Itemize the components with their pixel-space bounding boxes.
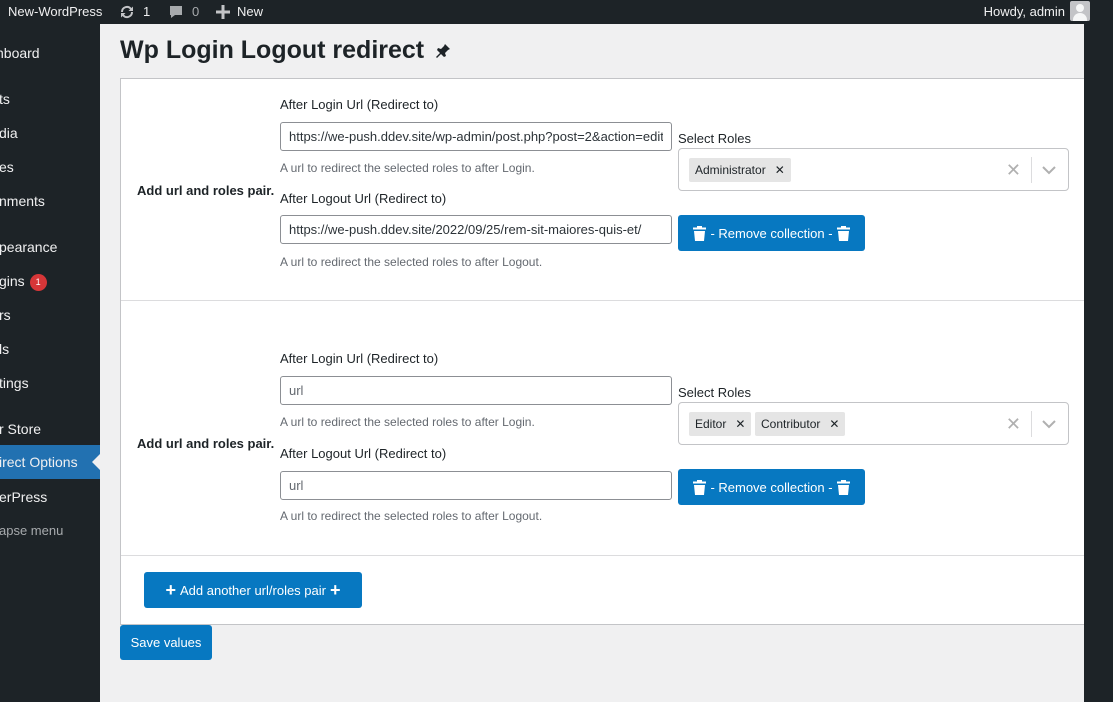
admin-plugins-icon — [434, 42, 452, 60]
avatar[interactable] — [1070, 1, 1090, 21]
sidebar-item-store[interactable]: r Store — [0, 412, 100, 446]
chevron-down-icon[interactable] — [1042, 417, 1056, 432]
updates-count: 1 — [143, 4, 151, 19]
select-roles-label: Select Roles — [678, 385, 751, 400]
page-title: Wp Login Logout redirect — [120, 36, 452, 65]
plus-icon — [216, 5, 230, 19]
logout-url-label: After Logout Url (Redirect to) — [280, 446, 447, 461]
pair-label: Add url and roles pair. — [137, 436, 275, 451]
sidebar-item-label: apse menu — [0, 523, 64, 538]
clear-roles-icon[interactable]: ✕ — [1006, 159, 1021, 181]
sidebar-item-media[interactable]: dia — [0, 116, 100, 150]
sidebar-item-wpress[interactable]: erPress — [0, 480, 100, 514]
remove-role-icon[interactable]: ✕ — [775, 158, 785, 182]
url-roles-pair: Add url and roles pair. After Login Url … — [121, 79, 1084, 300]
sidebar-item-plugins[interactable]: gins 1 — [0, 264, 100, 298]
sidebar-item-tools[interactable]: ls — [0, 332, 100, 366]
sidebar-item-label: gins — [0, 273, 25, 289]
logout-url-input[interactable] — [280, 471, 672, 500]
remove-collection-button[interactable]: - Remove collection - — [678, 215, 865, 251]
redirect-pairs-panel: Add url and roles pair. After Login Url … — [120, 78, 1084, 625]
login-url-input[interactable] — [280, 122, 672, 151]
admin-bar-updates[interactable]: 1 — [118, 0, 150, 24]
sidebar-item-users[interactable]: rs — [0, 298, 100, 332]
logout-url-description: A url to redirect the selected roles to … — [280, 509, 543, 523]
logout-url-label: After Logout Url (Redirect to) — [280, 191, 447, 206]
pair-divider — [121, 555, 1084, 556]
sidebar-item-label: dia — [0, 125, 18, 141]
login-url-description: A url to redirect the selected roles to … — [280, 161, 535, 175]
sidebar-item-label: tings — [0, 375, 29, 391]
remove-collection-button[interactable]: - Remove collection - — [678, 469, 865, 505]
pair-label: Add url and roles pair. — [137, 183, 275, 198]
login-url-label: After Login Url (Redirect to) — [280, 351, 439, 366]
login-url-input[interactable] — [280, 376, 672, 405]
clear-roles-icon[interactable]: ✕ — [1006, 413, 1021, 435]
logout-url-input[interactable] — [280, 215, 672, 244]
comment-icon — [170, 6, 182, 18]
sidebar-item-label: es — [0, 159, 14, 175]
admin-sidebar: hboard ts dia es nments pearance gins 1 r… — [0, 24, 100, 702]
remove-role-icon[interactable]: ✕ — [735, 412, 745, 436]
admin-bar: New-WordPress 1 0 New Howdy, admin — [0, 0, 1113, 24]
sidebar-item-label: ts — [0, 91, 10, 107]
sidebar-item-pages[interactable]: es — [0, 150, 100, 184]
remove-collection-label: - Remove collection - — [710, 225, 833, 241]
plus-icon: + — [329, 580, 341, 600]
admin-bar-comments[interactable]: 0 — [168, 0, 199, 24]
comments-count: 0 — [192, 4, 200, 19]
add-pair-label: Add another url/roles pair — [180, 582, 326, 598]
remove-collection-label: - Remove collection - — [710, 479, 833, 495]
right-edge-strip — [1084, 24, 1113, 702]
sidebar-item-label: ls — [0, 341, 10, 357]
role-chip: Editor ✕ — [689, 412, 752, 436]
sidebar-item-appearance[interactable]: pearance — [0, 230, 100, 264]
role-chip: Contributor ✕ — [755, 412, 846, 436]
howdy-user[interactable]: Howdy, admin — [984, 0, 1065, 24]
role-chip-label: Editor — [695, 417, 727, 431]
role-chip-label: Administrator — [695, 163, 766, 177]
sidebar-item-label: hboard — [0, 45, 40, 61]
admin-bar-site-name[interactable]: New-WordPress — [8, 0, 102, 24]
sidebar-item-comments[interactable]: nments — [0, 184, 100, 218]
admin-bar-new[interactable]: New — [216, 0, 263, 24]
role-chip: Administrator ✕ — [689, 158, 791, 182]
sidebar-item-settings[interactable]: tings — [0, 366, 100, 400]
new-label: New — [237, 4, 264, 19]
select-divider — [1031, 411, 1032, 437]
sidebar-item-label: rs — [0, 307, 11, 323]
save-values-button[interactable]: Save values — [120, 625, 212, 660]
url-roles-pair: Add url and roles pair. After Login Url … — [121, 301, 1084, 555]
roles-select[interactable]: Editor ✕ Contributor ✕ ✕ — [678, 402, 1069, 445]
trash-icon — [836, 479, 850, 495]
sidebar-item-posts[interactable]: ts — [0, 82, 100, 116]
login-url-description: A url to redirect the selected roles to … — [280, 415, 535, 429]
sidebar-item-label: r Store — [0, 421, 42, 437]
sidebar-item-redirect-options[interactable]: irect Options — [0, 445, 100, 479]
page-title-text: Wp Login Logout redirect — [120, 36, 425, 64]
role-chip-label: Contributor — [761, 417, 821, 431]
remove-role-icon[interactable]: ✕ — [829, 412, 839, 436]
sidebar-item-label: pearance — [0, 239, 58, 255]
sidebar-item-label: erPress — [0, 489, 48, 505]
login-url-label: After Login Url (Redirect to) — [280, 97, 439, 112]
sidebar-collapse-menu[interactable]: apse menu — [0, 514, 100, 548]
trash-icon — [693, 225, 707, 241]
roles-select[interactable]: Administrator ✕ ✕ — [678, 148, 1069, 191]
sidebar-item-dashboard[interactable]: hboard — [0, 36, 100, 70]
sidebar-item-label: irect Options — [0, 454, 78, 470]
select-divider — [1031, 157, 1032, 183]
logout-url-description: A url to redirect the selected roles to … — [280, 255, 543, 269]
plus-icon: + — [165, 580, 176, 600]
add-pair-button[interactable]: + Add another url/roles pair + — [144, 572, 362, 608]
trash-icon — [693, 479, 707, 495]
select-roles-label: Select Roles — [678, 131, 751, 146]
trash-icon — [836, 225, 850, 241]
sidebar-item-label: nments — [0, 193, 45, 209]
plugins-update-badge: 1 — [29, 273, 47, 291]
updates-icon — [120, 5, 134, 19]
chevron-down-icon[interactable] — [1042, 163, 1056, 178]
